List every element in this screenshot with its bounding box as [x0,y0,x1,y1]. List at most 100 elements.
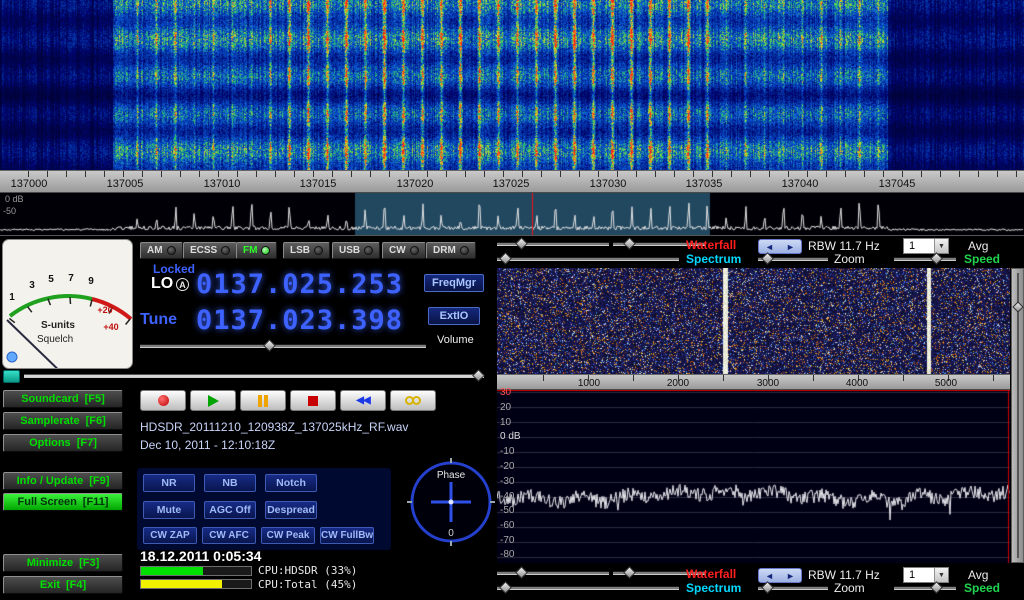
left-arrow-icon[interactable]: ◄ [765,571,774,581]
freqmgr-button[interactable]: FreqMgr [424,274,484,292]
mode-button-lsb[interactable]: LSB [283,242,330,259]
slider-handle[interactable] [515,566,528,579]
waterfall-label[interactable]: Waterfall [686,567,736,581]
button-hotkey: [F5] [85,393,105,405]
main-frequency-ruler[interactable]: 137000 137005 137010 137015 137020 13702… [0,170,1024,193]
button-label: Samplerate [20,415,79,427]
record-button[interactable] [140,390,186,411]
slider-handle[interactable] [761,252,774,265]
soundcard-button[interactable]: Soundcard[F5] [3,390,123,408]
mode-button-cw[interactable]: CW [382,242,426,259]
nb-button[interactable]: NB [204,474,256,492]
waterfall-shift-buttons[interactable]: ◄► [758,568,802,583]
display-contrast-slider[interactable] [1011,268,1024,563]
slider-handle[interactable] [761,581,774,594]
mode-button-drm[interactable]: DRM [426,242,476,259]
main-waterfall[interactable] [0,0,1024,170]
nr-button[interactable]: NR [143,474,195,492]
spectrum-range-slider[interactable] [497,257,679,261]
rx-frequency-ruler[interactable]: 1000 2000 3000 4000 5000 [497,374,1010,390]
zoom-slider[interactable] [758,586,828,590]
button-label: Minimize [27,557,73,569]
mode-led-icon [221,246,230,255]
options-button[interactable]: Options[F7] [3,434,123,452]
freq-tick-label: 137025 [481,178,541,190]
freq-tick-label: 137010 [192,178,252,190]
slider-handle[interactable] [930,581,943,594]
slider-handle[interactable] [499,581,512,594]
waterfall-label[interactable]: Waterfall [686,238,736,252]
mode-button-ecss[interactable]: ECSS [183,242,237,259]
zoom-label: Zoom [834,252,865,266]
spectrum-label[interactable]: Spectrum [686,581,741,595]
main-gain-slider[interactable] [24,374,484,378]
minimize-button[interactable]: Minimize[F3] [3,554,123,572]
rx-display-controls-bottom: Waterfall ◄► RBW 11.7 Hz 1▼ Avg Spectrum… [490,565,1014,595]
locked-status: Locked [153,262,195,276]
slider-handle[interactable] [515,237,528,250]
extio-button[interactable]: ExtIO [428,307,480,325]
slider-handle[interactable] [499,252,512,265]
zoom-slider[interactable] [758,257,828,261]
mode-button-fm[interactable]: FM [236,242,277,259]
rx-spectrum[interactable] [497,390,1010,563]
mode-button-usb[interactable]: USB [332,242,380,259]
main-spectrum[interactable] [0,193,1024,236]
agc-button[interactable]: AGC Off [204,501,256,519]
db-scale-label: -70 [500,535,514,546]
cw-fullbw-button[interactable]: CW FullBw [320,527,374,544]
right-arrow-icon[interactable]: ► [786,571,795,581]
samplerate-button[interactable]: Samplerate[F6] [3,412,123,430]
volume-slider-handle[interactable] [263,339,276,352]
tune-frequency-display[interactable]: 0137.023.398 [196,305,403,336]
lo-lock-badge[interactable]: A [176,278,189,291]
despread-button[interactable]: Despread [265,501,317,519]
main-gain-slider-handle[interactable] [472,369,485,382]
exit-button[interactable]: Exit[F4] [3,576,123,594]
rewind-button[interactable]: ◀◀ [340,390,386,411]
volume-slider[interactable] [140,344,426,348]
cpu-total-bar [140,579,252,589]
slider-handle[interactable] [930,252,943,265]
s-meter-label-1: 1 [9,292,15,303]
play-button[interactable] [190,390,236,411]
speed-slider[interactable] [894,586,956,590]
freq-tick-label: 137035 [674,178,734,190]
lo-frequency-display[interactable]: 0137.025.253 [196,269,403,300]
datetime-display: 18.12.2011 0:05:34 [140,548,261,564]
spectrum-label[interactable]: Spectrum [686,252,741,266]
button-label: Full Screen [18,496,77,508]
left-arrow-icon[interactable]: ◄ [765,242,774,252]
waterfall-upper-slider[interactable] [497,571,609,575]
cw-zap-button[interactable]: CW ZAP [143,527,197,544]
slider-handle[interactable] [623,237,636,250]
mode-button-am[interactable]: AM [140,242,183,259]
waterfall-upper-slider[interactable] [497,242,609,246]
hdsdr-window: 137000 137005 137010 137015 137020 13702… [0,0,1024,600]
rx-waterfall[interactable] [497,268,1010,374]
loop-button[interactable] [390,390,436,411]
phase-scope[interactable]: Phase 0 [406,456,496,548]
phase-label: Phase [437,470,466,481]
s-meter-label-7: 7 [68,273,74,284]
mute-button[interactable]: Mute [143,501,195,519]
s-meter[interactable]: 1 3 5 7 9 +20 +40 S-units Squelch [2,239,133,369]
cw-afc-button[interactable]: CW AFC [202,527,256,544]
waterfall-shift-buttons[interactable]: ◄► [758,239,802,254]
rbw-label: RBW 11.7 Hz [808,239,880,253]
speed-slider[interactable] [894,257,956,261]
slider-handle[interactable] [623,566,636,579]
fullscreen-button[interactable]: Full Screen[F11] [3,493,123,511]
pause-button[interactable] [240,390,286,411]
right-arrow-icon[interactable]: ► [786,242,795,252]
avg-select[interactable]: 1▼ [903,238,949,254]
avg-select[interactable]: 1▼ [903,567,949,583]
spectrum-range-slider[interactable] [497,586,679,590]
meter-mini-button[interactable] [3,370,20,383]
vslider-handle[interactable] [1012,301,1023,312]
stop-button[interactable] [290,390,336,411]
freq-tick-label: 137000 [0,178,59,190]
cw-peak-button[interactable]: CW Peak [261,527,315,544]
info-update-button[interactable]: Info / Update[F9] [3,472,123,490]
notch-button[interactable]: Notch [265,474,317,492]
